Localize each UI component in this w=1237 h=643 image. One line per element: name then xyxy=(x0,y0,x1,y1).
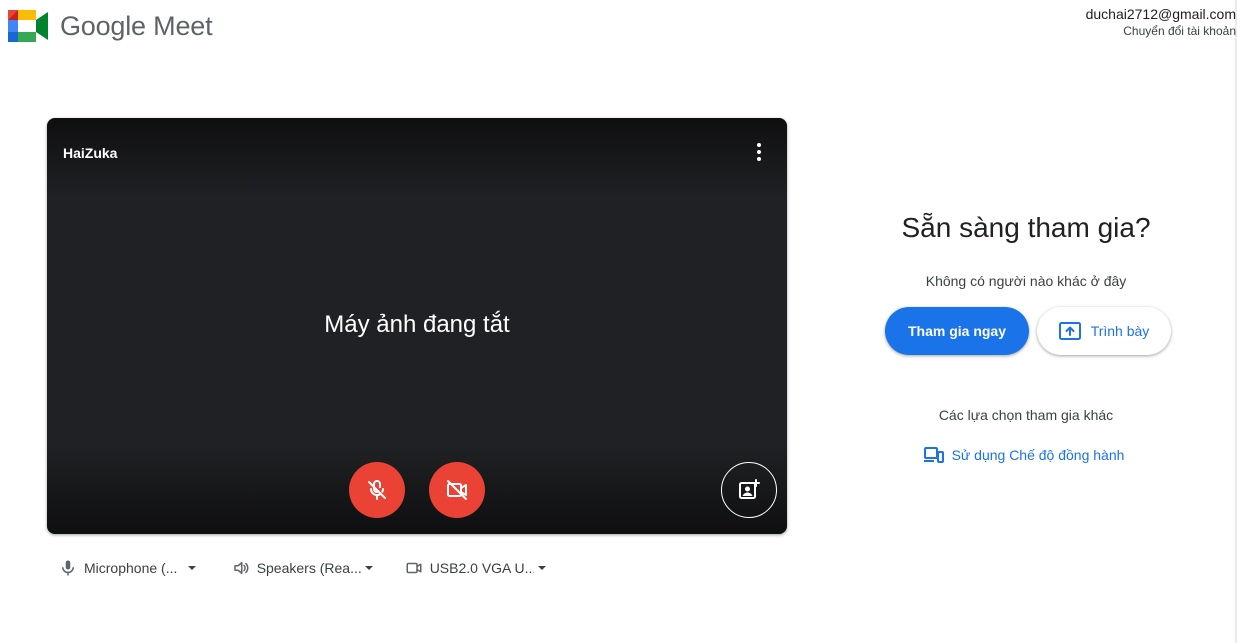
device-settings-row: Microphone (... Speakers (Rea... USB2.0 … xyxy=(58,556,546,580)
more-vert-icon xyxy=(757,143,761,161)
chevron-down-icon xyxy=(538,566,546,570)
preview-bottom-gradient xyxy=(47,444,787,534)
speakers-label: Speakers (Rea... xyxy=(256,560,361,576)
account-info: duchai2712@gmail.com Chuyển đổi tài khoả… xyxy=(1066,6,1236,39)
devices-icon xyxy=(923,447,944,463)
present-button[interactable]: Trình bày xyxy=(1037,307,1171,355)
meet-prejoin-page: Google Meet duchai2712@gmail.com Chuyển … xyxy=(0,0,1237,643)
video-preview: HaiZuka Máy ảnh đang tắt xyxy=(47,118,787,534)
videocam-off-icon xyxy=(447,480,467,500)
mic-off-icon xyxy=(368,480,386,500)
join-now-button[interactable]: Tham gia ngay xyxy=(885,307,1029,355)
videocam-icon xyxy=(404,558,424,578)
mic-icon xyxy=(58,558,78,578)
microphone-select[interactable]: Microphone (... xyxy=(58,556,200,580)
camera-select[interactable]: USB2.0 VGA U... xyxy=(404,556,546,580)
toggle-camera-button[interactable] xyxy=(429,462,485,518)
microphone-label: Microphone (... xyxy=(84,560,178,576)
preview-top-gradient xyxy=(47,118,787,198)
volume-icon xyxy=(231,558,251,578)
present-button-label: Trình bày xyxy=(1090,323,1150,339)
apply-visual-effects-button[interactable] xyxy=(721,462,777,518)
other-join-options-label: Các lựa chọn tham gia khác xyxy=(938,407,1114,423)
self-name-label: HaiZuka xyxy=(63,145,118,161)
participants-status: Không có người nào khác ở đây xyxy=(925,273,1127,289)
google-meet-logo[interactable]: Google Meet xyxy=(8,10,213,42)
speakers-select[interactable]: Speakers (Rea... xyxy=(231,556,373,580)
chevron-down-icon xyxy=(188,566,196,570)
companion-mode-label: Sử dụng Chế độ đồng hành xyxy=(951,447,1125,463)
camera-off-message: Máy ảnh đang tắt xyxy=(324,311,510,338)
camera-label: USB2.0 VGA U... xyxy=(429,560,534,576)
switch-account-link[interactable]: Chuyển đổi tài khoản xyxy=(1066,23,1236,39)
present-to-all-icon xyxy=(1058,322,1081,340)
join-panel: Sẵn sàng tham gia? Không có người nào kh… xyxy=(826,210,1226,468)
portrait-effects-icon xyxy=(739,479,760,499)
more-options-button[interactable] xyxy=(743,136,775,168)
ready-to-join-title: Sẵn sàng tham gia? xyxy=(901,212,1151,243)
chevron-down-icon xyxy=(365,566,373,570)
account-email: duchai2712@gmail.com xyxy=(1085,6,1236,22)
companion-mode-link[interactable]: Sử dụng Chế độ đồng hành xyxy=(923,447,1125,463)
app-name: Google Meet xyxy=(60,11,213,41)
toggle-microphone-button[interactable] xyxy=(349,462,405,518)
join-buttons-row: Tham gia ngay Trình bày xyxy=(830,307,1226,355)
meet-logo-icon xyxy=(8,10,48,42)
